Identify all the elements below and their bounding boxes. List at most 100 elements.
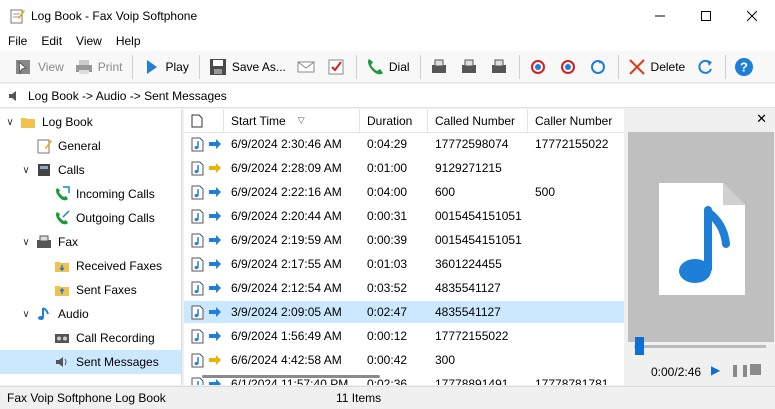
notepad-icon bbox=[37, 139, 52, 154]
print-button[interactable]: Print bbox=[70, 54, 127, 80]
start-time-cell: 6/9/2024 2:20:44 AM bbox=[231, 209, 342, 223]
preview-play-button[interactable]: ▶ bbox=[711, 363, 720, 377]
tree-item-fax[interactable]: ∨ Fax bbox=[20, 230, 78, 254]
menu-edit[interactable]: Edit bbox=[34, 34, 69, 48]
table-row[interactable]: 6/6/2024 4:42:58 AM 0:00:42 300 bbox=[184, 349, 624, 371]
toolbar: View Print Play Save As... Dial Delete ? bbox=[0, 51, 775, 83]
tree-item-sent-faxes[interactable]: Sent Faxes bbox=[38, 278, 137, 302]
play-button[interactable]: Play bbox=[137, 54, 192, 80]
column-header-type[interactable] bbox=[184, 109, 224, 133]
envelope-icon bbox=[297, 61, 315, 72]
dial-button[interactable]: Dial bbox=[361, 54, 414, 80]
table-row[interactable]: 6/9/2024 2:30:46 AM 0:04:29 17772598074 177… bbox=[184, 133, 624, 155]
sync-action-button-1[interactable] bbox=[524, 54, 552, 80]
maximize-button[interactable] bbox=[683, 0, 729, 31]
audio-file-icon bbox=[191, 137, 204, 151]
audio-file-icon bbox=[191, 305, 204, 319]
direction-arrow-icon bbox=[209, 259, 221, 269]
sync-action-button-3[interactable] bbox=[584, 54, 612, 80]
tree-item-call-recording[interactable]: Call Recording bbox=[38, 326, 155, 350]
column-header-duration[interactable]: Duration bbox=[360, 109, 428, 133]
sync-action-button-2[interactable] bbox=[554, 54, 582, 80]
menu-file[interactable]: File bbox=[0, 34, 34, 48]
mark-button[interactable] bbox=[322, 54, 350, 80]
fax-action-button-2[interactable] bbox=[455, 54, 483, 80]
tree-item-audio[interactable]: ∨ Audio bbox=[20, 302, 88, 326]
called-number-cell: 9129271215 bbox=[435, 161, 502, 175]
audio-file-icon bbox=[191, 161, 204, 175]
menu-view[interactable]: View bbox=[69, 34, 109, 48]
direction-arrow-icon bbox=[209, 235, 221, 245]
help-button[interactable]: ? bbox=[730, 54, 758, 80]
view-button-label: View bbox=[38, 59, 64, 74]
chevron-down-icon[interactable]: ∨ bbox=[20, 309, 32, 320]
messages-table: Start Time ▽ Duration Called Number Call… bbox=[184, 109, 624, 385]
sync-icon bbox=[560, 59, 575, 74]
refresh-icon bbox=[698, 59, 713, 74]
svg-text:?: ? bbox=[740, 59, 748, 74]
toolbar-separator bbox=[132, 54, 134, 79]
music-note-icon bbox=[38, 307, 49, 320]
tree-item-incoming-calls[interactable]: Incoming Calls bbox=[38, 182, 155, 206]
audio-file-icon bbox=[191, 185, 204, 199]
table-row[interactable]: 6/9/2024 2:22:16 AM 0:04:00 600 500 bbox=[184, 181, 624, 203]
start-time-cell: 3/9/2024 2:09:05 AM bbox=[231, 305, 342, 319]
column-header-called-number[interactable]: Called Number bbox=[428, 109, 528, 133]
sync-icon bbox=[590, 59, 605, 74]
fax-action-button-3[interactable] bbox=[485, 54, 513, 80]
chevron-down-icon[interactable]: ∨ bbox=[20, 237, 32, 248]
playback-progress-track[interactable] bbox=[634, 345, 766, 348]
table-row[interactable]: 6/9/2024 2:17:55 AM 0:01:03 3601224455 bbox=[184, 253, 624, 275]
start-time-cell: 6/6/2024 4:42:58 AM bbox=[231, 353, 342, 367]
table-row[interactable]: 6/9/2024 2:12:54 AM 0:03:52 4835541127 bbox=[184, 277, 624, 299]
tree-item-general[interactable]: General bbox=[20, 134, 101, 158]
preview-close-button[interactable]: ✕ bbox=[756, 111, 767, 127]
chevron-down-icon[interactable]: ∨ bbox=[20, 165, 32, 176]
column-header-caller-number[interactable]: Caller Number bbox=[528, 109, 624, 133]
menu-help[interactable]: Help bbox=[109, 34, 148, 48]
column-header-start-time[interactable]: Start Time ▽ bbox=[224, 109, 360, 133]
tree-item-label: Fax bbox=[58, 235, 79, 249]
horizontal-scrollbar[interactable] bbox=[202, 375, 380, 378]
refresh-button[interactable] bbox=[691, 54, 719, 80]
minimize-button[interactable] bbox=[637, 0, 683, 31]
chevron-down-icon[interactable]: ∨ bbox=[4, 117, 16, 128]
tree-item-label: Log Book bbox=[42, 115, 93, 129]
fax-action-button-1[interactable] bbox=[425, 54, 453, 80]
start-time-cell: 6/9/2024 2:12:54 AM bbox=[231, 281, 342, 295]
status-text: Fax Voip Softphone Log Book bbox=[7, 391, 166, 405]
tree-item-sent-messages[interactable]: Sent Messages bbox=[0, 350, 181, 374]
toolbar-separator bbox=[617, 54, 619, 79]
table-row[interactable]: 6/9/2024 2:19:59 AM 0:00:39 0015454151051 bbox=[184, 229, 624, 251]
tree-item-label: Sent Faxes bbox=[76, 283, 137, 297]
preview-pause-button[interactable]: ❚❚ bbox=[730, 363, 750, 377]
speaker-icon bbox=[56, 357, 67, 367]
tree-item-outgoing-calls[interactable]: Outgoing Calls bbox=[38, 206, 155, 230]
called-number-cell: 17772155022 bbox=[435, 329, 509, 343]
tree-item-log-book[interactable]: ∨ Log Book bbox=[4, 110, 93, 134]
table-row[interactable]: 6/9/2024 1:56:49 AM 0:00:12 17772155022 bbox=[184, 325, 624, 347]
row-type-cell bbox=[184, 161, 224, 176]
tree-item-label: Sent Messages bbox=[76, 355, 159, 369]
table-row[interactable]: 3/9/2024 2:09:05 AM 0:02:47 4835541127 bbox=[184, 301, 624, 323]
toolbar-separator bbox=[518, 54, 520, 79]
direction-arrow-icon bbox=[209, 139, 221, 149]
save-as-button[interactable]: Save As... bbox=[204, 54, 290, 80]
email-button[interactable] bbox=[292, 54, 320, 80]
row-type-cell bbox=[184, 257, 224, 272]
delete-button[interactable]: Delete bbox=[623, 54, 690, 80]
playback-progress-knob[interactable] bbox=[635, 337, 644, 355]
preview-stop-button[interactable] bbox=[750, 364, 761, 375]
tree-item-calls[interactable]: ∨ Calls bbox=[20, 158, 84, 182]
duration-cell: 0:00:39 bbox=[367, 233, 408, 247]
close-button[interactable] bbox=[729, 0, 775, 31]
tree-item-received-faxes[interactable]: Received Faxes bbox=[38, 254, 162, 278]
toolbar-separator bbox=[355, 54, 357, 79]
table-row[interactable]: 6/9/2024 2:28:09 AM 0:01:00 9129271215 bbox=[184, 157, 624, 179]
view-button[interactable]: View bbox=[10, 54, 68, 80]
fax-machine-icon bbox=[431, 59, 446, 73]
toolbar-separator bbox=[419, 54, 421, 79]
direction-arrow-icon bbox=[209, 307, 221, 317]
table-row[interactable]: 6/9/2024 2:20:44 AM 0:00:31 0015454151051 bbox=[184, 205, 624, 227]
phone-icon bbox=[367, 58, 383, 74]
